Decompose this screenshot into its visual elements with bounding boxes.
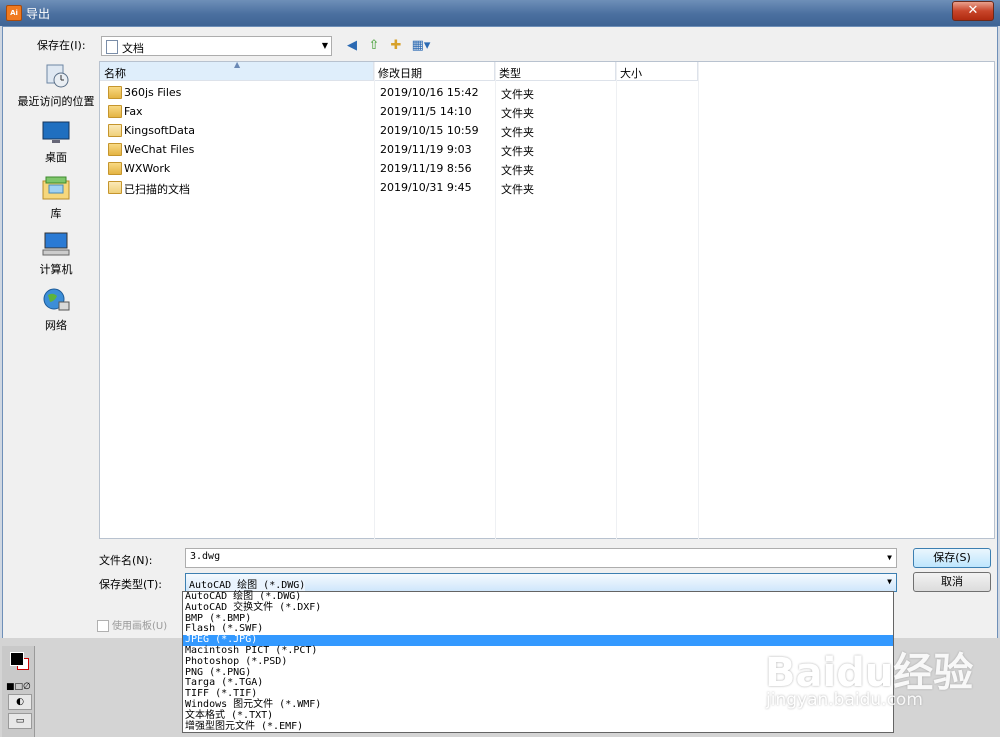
network-icon: [43, 288, 70, 311]
sidebar-item-label: 最近访问的位置: [17, 95, 95, 108]
file-row[interactable]: KingsoftData 2019/10/15 10:59 文件夹: [100, 121, 996, 140]
file-list[interactable]: ▲ 名称 修改日期 类型 大小 360js Files 2019/10/16 1…: [99, 60, 996, 540]
column-header-name[interactable]: ▲ 名称: [100, 60, 374, 81]
recent-places-icon: [46, 64, 69, 88]
column-header-label: 类型: [499, 67, 521, 80]
sidebar-item-network[interactable]: 网络: [11, 287, 101, 339]
up-folder-icon[interactable]: ⇧: [365, 37, 383, 55]
sidebar-item-recent[interactable]: 最近访问的位置: [11, 63, 101, 115]
file-type: 文件夹: [501, 126, 534, 139]
filetype-label: 保存类型(T):: [99, 578, 163, 591]
app-icon: Ai: [6, 5, 22, 21]
file-name: Fax: [124, 105, 143, 118]
file-row[interactable]: 360js Files 2019/10/16 15:42 文件夹: [100, 83, 996, 102]
sidebar-item-label: 库: [50, 207, 62, 220]
fill-swatch[interactable]: [10, 652, 24, 666]
column-header-label: 名称: [104, 67, 126, 80]
filetype-select[interactable]: AutoCAD 绘图 (*.DWG) ▼: [185, 573, 897, 592]
save-in-combo[interactable]: 文档 ▼: [101, 36, 332, 56]
file-date: 2019/11/5 14:10: [380, 105, 472, 118]
folder-icon: [108, 181, 122, 194]
sidebar-item-label: 网络: [45, 319, 67, 332]
title-bar: Ai 导出 ✕: [0, 0, 1000, 26]
save-button[interactable]: 保存(S): [913, 548, 991, 568]
file-name: 360js Files: [124, 86, 182, 99]
sort-ascending-icon: ▲: [234, 60, 241, 69]
desktop-icon: [42, 121, 70, 143]
chevron-down-icon[interactable]: ▼: [887, 553, 892, 562]
filetype-option[interactable]: Flash (*.SWF): [183, 624, 893, 635]
filename-input[interactable]: 3.dwg ▼: [185, 548, 897, 568]
use-artboards-option: 使用画板(U): [97, 617, 167, 632]
file-date: 2019/10/31 9:45: [380, 181, 472, 194]
cancel-button[interactable]: 取消: [913, 572, 991, 592]
file-type: 文件夹: [501, 164, 534, 177]
views-menu-icon[interactable]: ▦▾: [409, 37, 433, 55]
column-header-label: 大小: [620, 67, 642, 80]
folder-icon: [108, 105, 122, 118]
file-name: WXWork: [124, 162, 171, 175]
filename-label: 文件名(N):: [99, 554, 153, 567]
chevron-down-icon[interactable]: ▼: [322, 41, 328, 50]
save-in-label: 保存在(I):: [37, 39, 86, 52]
screen-mode-icon[interactable]: ▭: [8, 713, 32, 729]
file-date: 2019/11/19 9:03: [380, 143, 472, 156]
filename-value: 3.dwg: [190, 551, 221, 562]
sidebar-item-label: 桌面: [45, 151, 67, 164]
sidebar-item-desktop[interactable]: 桌面: [11, 119, 101, 171]
new-folder-icon[interactable]: ✚: [387, 37, 405, 55]
sidebar-item-label: 计算机: [39, 263, 73, 276]
sidebar-item-computer[interactable]: 计算机: [11, 231, 101, 283]
file-name: WeChat Files: [124, 143, 195, 156]
file-date: 2019/10/16 15:42: [380, 86, 479, 99]
save-in-value: 文档: [122, 42, 144, 55]
tools-panel: ■□∅ ◐ ▭: [2, 646, 35, 737]
file-type: 文件夹: [501, 88, 534, 101]
close-button[interactable]: ✕: [952, 1, 994, 21]
draw-mode-icon[interactable]: ◐: [8, 694, 32, 710]
filetype-option[interactable]: BMP (*.BMP): [183, 613, 893, 625]
column-header-type[interactable]: 类型: [495, 62, 616, 81]
folder-icon: [108, 143, 122, 156]
sidebar-item-libraries[interactable]: 库: [11, 175, 101, 227]
filetype-option[interactable]: 增强型图元文件 (*.EMF): [183, 721, 893, 733]
libraries-icon: [42, 176, 70, 200]
documents-icon: [106, 40, 118, 54]
folder-icon: [108, 162, 122, 175]
use-artboards-label: 使用画板(U): [112, 621, 168, 632]
column-header-size[interactable]: 大小: [616, 62, 698, 81]
filetype-option[interactable]: AutoCAD 交换文件 (*.DXF): [183, 602, 893, 614]
file-name: KingsoftData: [124, 124, 195, 137]
file-type: 文件夹: [501, 107, 534, 120]
export-dialog: 保存在(I): 文档 ▼ ◀ ⇧ ✚ ▦▾ 最近访问的位置 桌面 库 计算机 网…: [2, 26, 998, 640]
filetype-option[interactable]: 文本格式 (*.TXT): [183, 710, 893, 722]
filetype-value: AutoCAD 绘图 (*.DWG): [189, 580, 306, 591]
window-title: 导出: [26, 7, 51, 21]
use-artboards-checkbox: [97, 620, 109, 632]
file-row[interactable]: Fax 2019/11/5 14:10 文件夹: [100, 102, 996, 121]
file-type: 文件夹: [501, 145, 534, 158]
column-header-date[interactable]: 修改日期: [374, 62, 495, 81]
watermark-url: jingyan.baidu.com: [766, 690, 923, 710]
file-row[interactable]: WeChat Files 2019/11/19 9:03 文件夹: [100, 140, 996, 159]
folder-icon: [108, 124, 122, 137]
color-mode-icons[interactable]: ■□∅: [6, 682, 31, 692]
chevron-down-icon[interactable]: ▼: [887, 577, 892, 586]
column-header-label: 修改日期: [378, 67, 422, 80]
file-type: 文件夹: [501, 183, 534, 196]
file-date: 2019/11/19 8:56: [380, 162, 472, 175]
file-date: 2019/10/15 10:59: [380, 124, 479, 137]
back-icon[interactable]: ◀: [343, 37, 361, 55]
folder-icon: [108, 86, 122, 99]
computer-icon: [42, 232, 70, 256]
file-name: 已扫描的文档: [124, 183, 190, 196]
file-row[interactable]: WXWork 2019/11/19 8:56 文件夹: [100, 159, 996, 178]
places-sidebar: 最近访问的位置 桌面 库 计算机 网络: [11, 63, 101, 521]
file-row[interactable]: 已扫描的文档 2019/10/31 9:45 文件夹: [100, 178, 996, 197]
